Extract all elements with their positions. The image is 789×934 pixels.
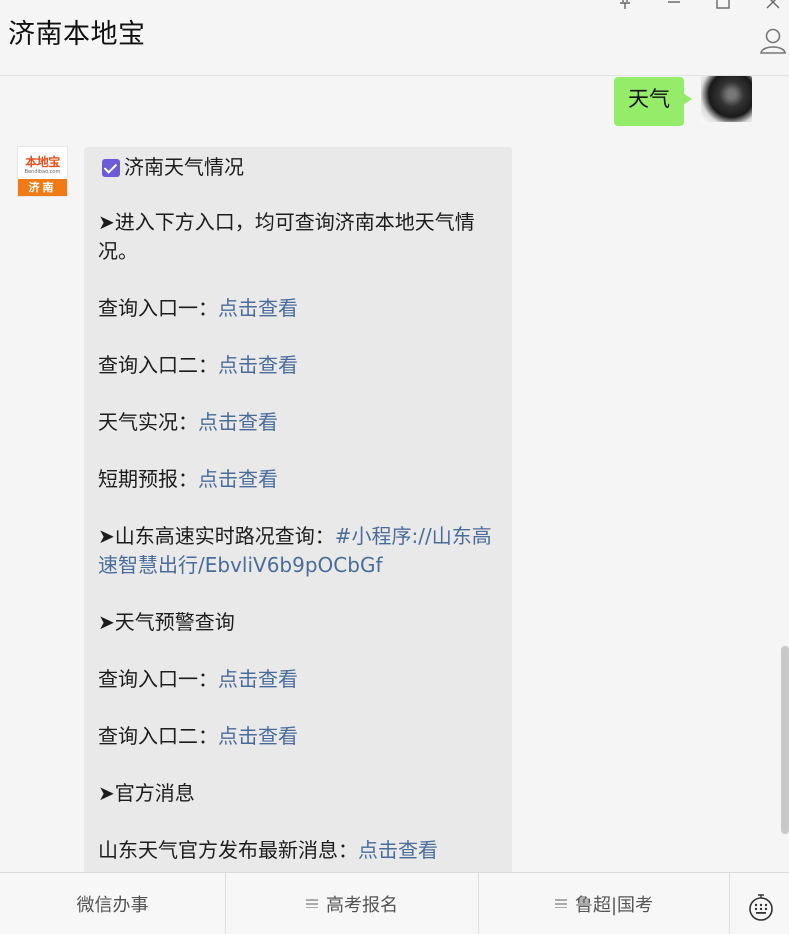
bottom-menu-bar: 微信办事 高考报名 鲁超|国考: [0, 872, 789, 934]
warning-entry-2-label: 查询入口二：: [98, 724, 218, 748]
road-conditions-label: ➤山东高速实时路况查询：: [98, 524, 335, 548]
query-entry-1-link[interactable]: 点击查看: [218, 296, 298, 320]
road-conditions: ➤山东高速实时路况查询：#小程序://山东高速智慧出行/EbvliV6b9pOC…: [98, 522, 500, 580]
warning-entry-2-link[interactable]: 点击查看: [218, 724, 298, 748]
submenu-icon: [306, 899, 318, 908]
reply-content: 济南天气情况 ➤进入下方入口，均可查询济南本地天气情况。 查询入口一：点击查看 …: [98, 153, 500, 872]
live-weather-link[interactable]: 点击查看: [198, 410, 278, 434]
chat-area[interactable]: 天气 本地宝 Bendibao.com 济南 济南天气情况 ➤进入下方入口，均可…: [0, 76, 789, 872]
logo-brand-text: 本地宝: [25, 155, 60, 169]
menu-item-label: 鲁超|国考: [574, 894, 654, 916]
menu-item-label: 高考报名: [326, 894, 398, 916]
close-icon[interactable]: [762, 0, 784, 10]
my-avatar[interactable]: [701, 76, 752, 122]
short-forecast-link[interactable]: 点击查看: [198, 467, 278, 491]
live-weather-label: 天气实况：: [98, 410, 198, 434]
maximize-icon[interactable]: [712, 0, 734, 10]
chat-scrollbar[interactable]: [781, 646, 789, 834]
logo-city-text: 济南: [18, 179, 67, 196]
minimize-icon[interactable]: [663, 0, 685, 10]
short-forecast-label: 短期预报：: [98, 467, 198, 491]
checkbox-icon: [102, 158, 120, 177]
warning-entry-2: 查询入口二：点击查看: [98, 722, 500, 751]
sent-message-bubble[interactable]: 天气: [614, 77, 692, 126]
chat-title: 济南本地宝: [8, 19, 146, 50]
official-heading: ➤官方消息: [98, 781, 195, 805]
warning-entry-1: 查询入口一：点击查看: [98, 665, 500, 694]
reply-heading: 济南天气情况: [102, 153, 500, 182]
submenu-icon: [554, 899, 567, 908]
menu-item-label: 微信办事: [76, 894, 149, 916]
query-entry-1-label: 查询入口一：: [98, 296, 218, 320]
sent-message-text: 天气: [628, 87, 670, 111]
intro-text: ➤进入下方入口，均可查询济南本地天气情况。: [98, 210, 475, 263]
pin-icon[interactable]: [614, 0, 636, 10]
live-weather: 天气实况：点击查看: [98, 408, 500, 437]
title-bar: 济南本地宝: [0, 0, 789, 76]
reply-heading-text: 济南天气情况: [124, 155, 244, 179]
official-news: 山东天气官方发布最新消息：点击查看: [98, 836, 500, 865]
user-profile-icon[interactable]: [758, 26, 788, 56]
reply-message-bubble[interactable]: 济南天气情况 ➤进入下方入口，均可查询济南本地天气情况。 查询入口一：点击查看 …: [84, 147, 512, 872]
query-entry-2-link[interactable]: 点击查看: [218, 353, 298, 377]
menu-item-gaokao-registration[interactable]: 高考报名: [226, 873, 479, 934]
short-forecast: 短期预报：点击查看: [98, 465, 500, 494]
query-entry-2-label: 查询入口二：: [98, 353, 218, 377]
query-entry-2: 查询入口二：点击查看: [98, 351, 500, 380]
official-news-label: 山东天气官方发布最新消息：: [98, 838, 358, 862]
bot-avatar[interactable]: 本地宝 Bendibao.com 济南: [17, 146, 68, 197]
official-news-link[interactable]: 点击查看: [358, 838, 438, 862]
menu-item-wechat-services[interactable]: 微信办事: [0, 873, 226, 934]
keyboard-toggle-icon[interactable]: [730, 873, 789, 934]
menu-item-exams[interactable]: 鲁超|国考: [479, 873, 730, 934]
warning-entry-1-link[interactable]: 点击查看: [218, 667, 298, 691]
warning-heading: ➤天气预警查询: [98, 610, 235, 634]
warning-entry-1-label: 查询入口一：: [98, 667, 218, 691]
logo-site-text: Bendibao.com: [24, 169, 61, 175]
query-entry-1: 查询入口一：点击查看: [98, 294, 500, 323]
